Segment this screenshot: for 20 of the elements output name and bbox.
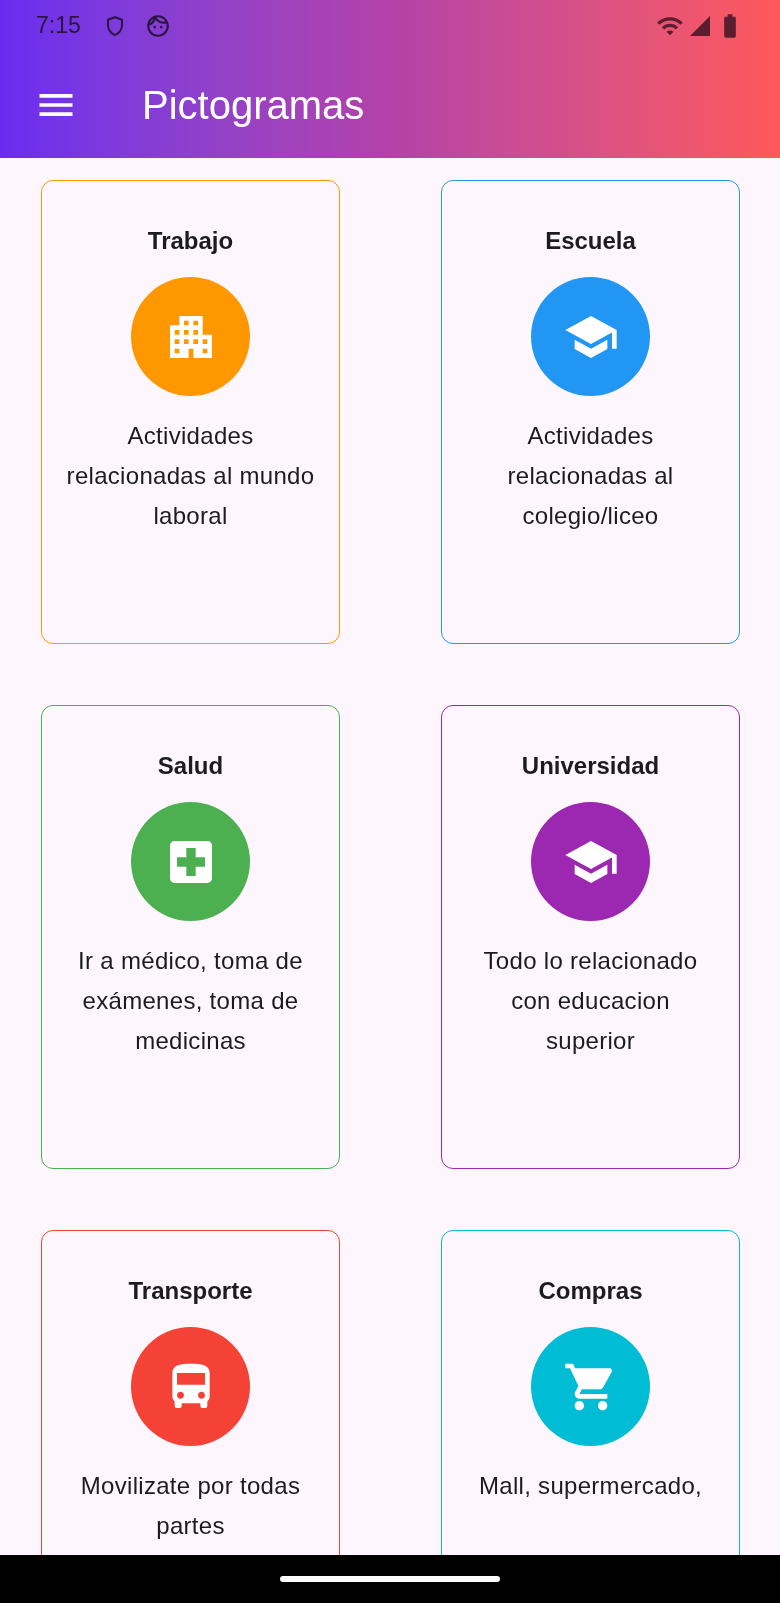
card-description: Ir a médico, toma de exámenes, toma de medicinas [77, 946, 304, 1056]
card-title: Trabajo [147, 226, 234, 256]
card-title: Compras [538, 1276, 643, 1306]
card-description: Actividades relacionadas al mundo laboral [66, 421, 315, 531]
face-icon [144, 12, 171, 39]
category-card[interactable]: Universidad Todo lo relacionado con educacion superior [441, 705, 740, 1169]
category-card[interactable]: Trabajo Actividades relacionadas al mundo laboral [41, 180, 340, 644]
card-description: Actividades relacionadas al colegio/liceo [506, 421, 675, 531]
card-description: Movilizate por todas partes [79, 1471, 302, 1541]
home-handle[interactable] [280, 1576, 500, 1582]
card-title: Transporte [128, 1276, 253, 1306]
status-time: 7:15 [36, 11, 81, 41]
category-card[interactable]: Escuela Actividades relacionadas al colegio/liceo [441, 180, 740, 644]
card-title: Escuela [545, 226, 636, 256]
card-title: Universidad [521, 751, 660, 781]
card-description: Todo lo relacionado con educacion superior [482, 946, 699, 1056]
category-card[interactable]: Salud Ir a médico, toma de exámenes, toma de medicinas [41, 705, 340, 1169]
card-title: Salud [157, 751, 224, 781]
card-description: Mall, supermercado, [478, 1471, 703, 1501]
app-title: Pictogramas [142, 81, 365, 129]
